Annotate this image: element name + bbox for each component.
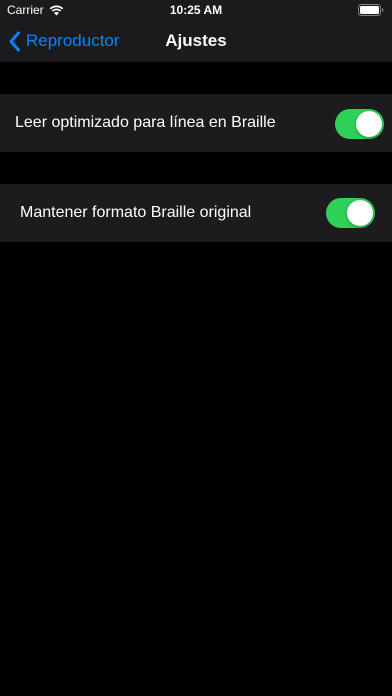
keep-braille-format-toggle[interactable]	[326, 198, 375, 228]
status-bar: Carrier 10:25 AM	[0, 0, 392, 20]
back-button-label: Reproductor	[26, 31, 120, 50]
toggle-knob	[347, 200, 373, 226]
chevron-left-icon	[9, 31, 20, 51]
battery-icon	[358, 4, 384, 16]
toggle-knob	[356, 111, 382, 137]
back-button[interactable]: Reproductor	[8, 20, 120, 62]
status-time: 10:25 AM	[169, 3, 223, 17]
navigation-bar: Reproductor Ajustes	[0, 20, 392, 62]
setting-row-braille-optimized: Leer optimizado para línea en Braille	[0, 94, 392, 152]
braille-optimized-toggle[interactable]	[335, 109, 384, 139]
setting-label: Leer optimizado para línea en Braille	[15, 114, 276, 131]
setting-row-keep-braille-format: Mantener formato Braille original	[0, 184, 392, 242]
setting-label: Mantener formato Braille original	[20, 204, 252, 221]
